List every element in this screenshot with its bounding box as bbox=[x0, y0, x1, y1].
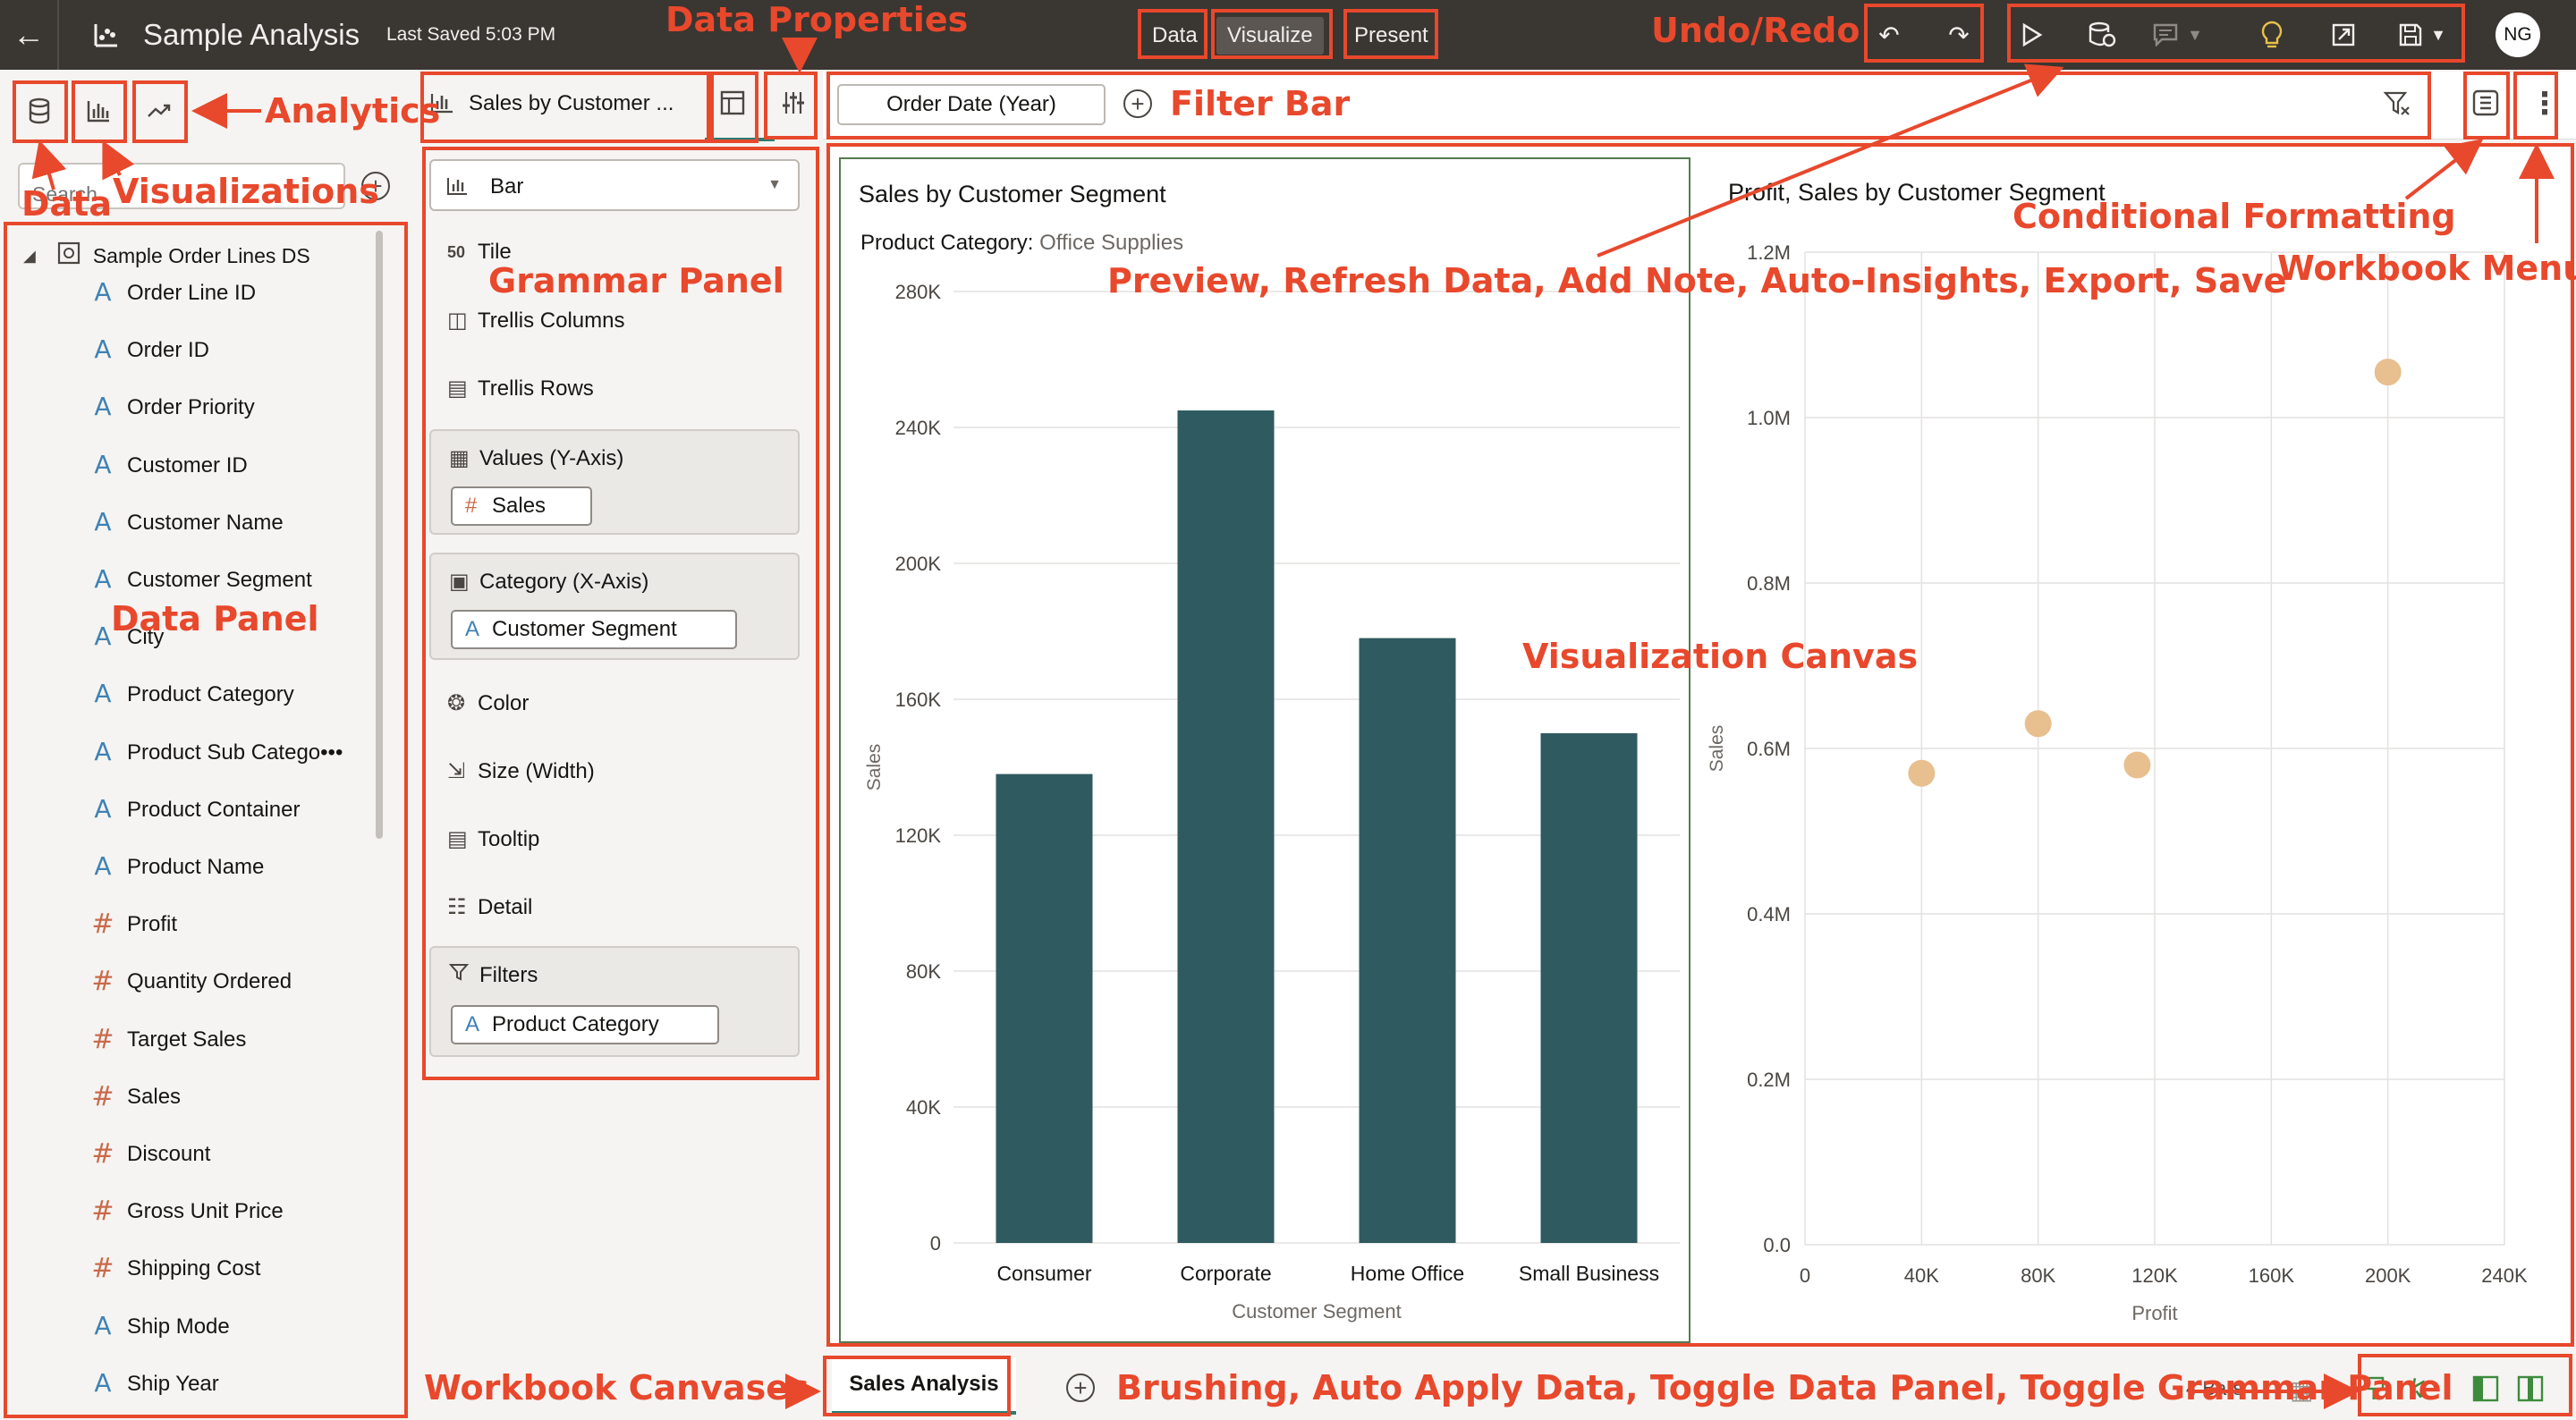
annotation-visualization-canvas: Visualization Canvas bbox=[1522, 637, 1919, 676]
toolbar-actions-highlight bbox=[2007, 4, 2465, 63]
visualize-mode-highlight bbox=[1211, 9, 1333, 59]
avatar[interactable]: NG bbox=[2496, 13, 2540, 57]
annotation-bottom-actions: Brushing, Auto Apply Data, Toggle Data P… bbox=[1116, 1368, 2453, 1407]
annotation-analytics: Analytics bbox=[265, 91, 441, 131]
present-mode-highlight bbox=[1343, 9, 1438, 59]
analysis-icon bbox=[86, 0, 127, 70]
workbook-canvases-highlight bbox=[823, 1356, 1011, 1416]
annotation-data: Data bbox=[21, 184, 112, 224]
annotation-conditional-formatting: Conditional Formatting bbox=[2012, 197, 2456, 236]
annotation-visualizations: Visualizations bbox=[113, 172, 379, 211]
data-mode-highlight bbox=[1138, 9, 1208, 59]
annotation-filter-bar: Filter Bar bbox=[1170, 84, 1351, 123]
filter-bar-highlight bbox=[826, 72, 2431, 139]
analytics-tab-highlight bbox=[132, 80, 188, 143]
annotation-workbook-canvases: Workbook Canvases bbox=[424, 1368, 809, 1407]
undo-redo-highlight bbox=[1864, 4, 1984, 63]
visualizations-tab-highlight bbox=[72, 80, 127, 143]
grammar-tab-highlight bbox=[710, 72, 758, 143]
workbook-title[interactable]: Sample Analysis bbox=[143, 0, 360, 70]
annotation-undo-redo: Undo/Redo bbox=[1651, 11, 1860, 50]
last-saved-text: Last Saved 5:03 PM bbox=[386, 24, 556, 45]
annotation-toolbar-actions: Preview, Refresh Data, Add Note, Auto-In… bbox=[1107, 261, 2287, 300]
back-arrow-icon[interactable]: ← bbox=[0, 0, 59, 70]
conditional-formatting-highlight bbox=[2463, 72, 2510, 139]
add-canvas-icon[interactable]: + bbox=[1066, 1374, 1095, 1402]
annotation-data-properties: Data Properties bbox=[665, 0, 969, 39]
visualization-canvas-highlight bbox=[826, 143, 2574, 1347]
data-panel-highlight bbox=[4, 222, 408, 1418]
workbook-menu-highlight bbox=[2513, 72, 2558, 139]
data-properties-highlight bbox=[764, 72, 818, 139]
annotation-data-panel: Data Panel bbox=[111, 599, 319, 638]
data-tab-highlight bbox=[13, 80, 68, 143]
viz-title-highlight bbox=[420, 72, 710, 143]
annotation-grammar-panel: Grammar Panel bbox=[488, 261, 784, 300]
annotation-workbook-menu: Workbook Menu bbox=[2277, 249, 2576, 288]
